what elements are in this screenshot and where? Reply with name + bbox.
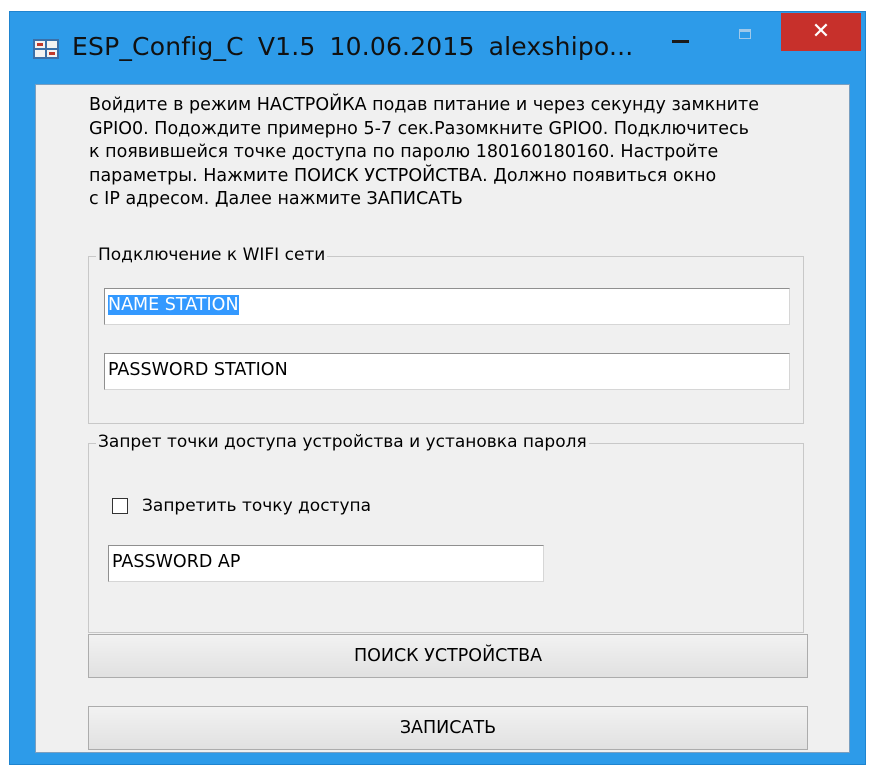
ap-group-legend: Запрет точки доступа устройства и устано… [96,432,589,452]
disable-ap-label[interactable]: Запретить точку доступа [142,496,371,516]
minimize-button[interactable] [660,20,702,62]
instructions-line: с IP адресом. Далее нажмите ЗАПИСАТЬ [89,189,463,209]
wifi-group: Подключение к WIFI сети NAME STATION PAS… [88,245,804,424]
station-password-value: PASSWORD STATION [108,360,288,380]
title-app: ESP_Config_C [72,32,244,61]
desktop: ESP_Config_C V1.5 10.06.2015 alexshipo... ✕… [0,0,872,773]
write-button[interactable]: ЗАПИСАТЬ [88,706,808,750]
search-device-button[interactable]: ПОИСК УСТРОЙСТВА [88,634,808,678]
ap-password-value: PASSWORD AP [112,552,241,572]
station-name-input[interactable]: NAME STATION [104,288,790,325]
instructions-line: Войдите в режим НАСТРОЙКА подав питание … [89,95,760,115]
instructions-line: параметры. Нажмите ПОИСК УСТРОЙСТВА. Дол… [89,165,717,186]
wifi-group-legend: Подключение к WIFI сети [96,245,328,265]
app-window: ESP_Config_C V1.5 10.06.2015 alexshipo... ✕… [9,11,866,765]
station-name-value: NAME STATION [108,295,239,315]
ap-group: Запрет точки доступа устройства и устано… [88,432,804,633]
instructions-line: к появившейся точке доступа по паролю 18… [89,142,719,162]
disable-ap-row[interactable]: Запретить точку доступа [112,494,371,518]
client-area: Войдите в режим НАСТРОЙКА подав питание … [35,84,850,753]
window-title: ESP_Config_C V1.5 10.06.2015 alexshipo... [72,32,633,61]
title-bar[interactable]: ESP_Config_C V1.5 10.06.2015 alexshipo... ✕ [10,12,865,84]
title-author: alexshipo... [488,32,634,61]
close-icon: ✕ [811,19,831,44]
instructions-text: Войдите в режим НАСТРОЙКА подав питание … [89,94,834,212]
station-password-input[interactable]: PASSWORD STATION [104,353,790,390]
ap-password-input[interactable]: PASSWORD AP [108,545,544,582]
title-date: 10.06.2015 [329,32,475,61]
title-version: V1.5 [257,32,316,61]
disable-ap-checkbox[interactable] [112,498,128,514]
close-button[interactable]: ✕ [781,13,861,51]
app-logo-icon [33,39,59,59]
instructions-line: GPIO0. Подождите примерно 5-7 сек.Разомк… [89,118,749,139]
minimize-icon [672,40,689,43]
maximize-button[interactable] [724,20,766,62]
maximize-icon [739,29,751,39]
